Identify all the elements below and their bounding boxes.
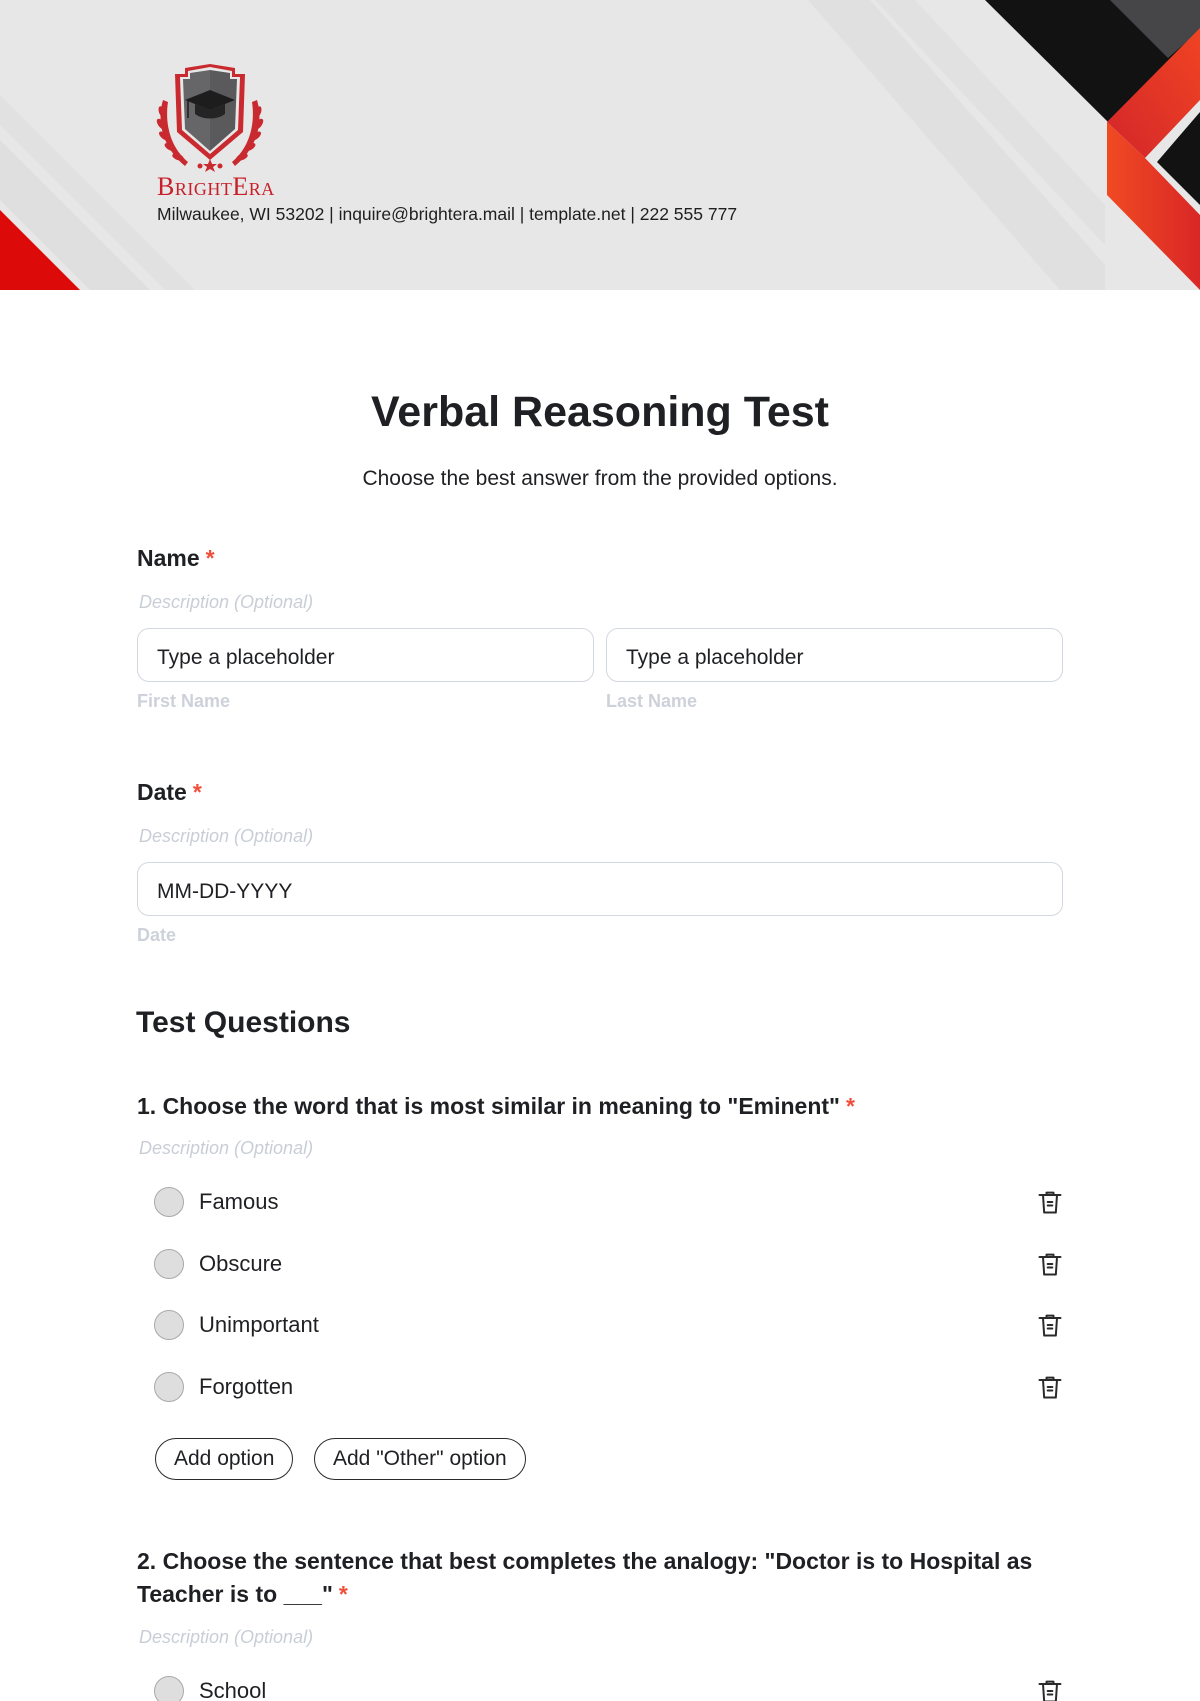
question-1-option[interactable]: Forgotten [154, 1369, 1064, 1405]
name-description[interactable]: Description (Optional) [139, 592, 313, 613]
question-2-option[interactable]: School [154, 1673, 1064, 1701]
radio-button[interactable] [154, 1676, 184, 1701]
trash-icon[interactable] [1036, 1677, 1064, 1701]
last-name-sublabel: Last Name [606, 691, 698, 711]
add-other-option-button[interactable]: Add "Other" option [314, 1438, 526, 1480]
add-option-button[interactable]: Add option [155, 1438, 294, 1480]
brand-name: BrightEra [157, 172, 275, 201]
question-1-option[interactable]: Famous [154, 1184, 1064, 1220]
question-2-text: 2. Choose the sentence that best complet… [137, 1548, 1033, 1607]
test-questions-heading: Test Questions [136, 1006, 351, 1039]
date-description[interactable]: Description (Optional) [139, 826, 313, 847]
required-asterisk: * [205, 545, 215, 571]
question-2-description[interactable]: Description (Optional) [139, 1627, 313, 1648]
date-label-text: Date [137, 779, 187, 805]
required-asterisk: * [192, 779, 202, 805]
option-label: School [199, 1678, 267, 1701]
last-name-input[interactable]: Type a placeholder [606, 628, 1063, 682]
option-label: Forgotten [199, 1374, 294, 1399]
first-name-input[interactable]: Type a placeholder [137, 628, 594, 682]
question-2-title: 2. Choose the sentence that best complet… [137, 1545, 1077, 1611]
name-label-text: Name [137, 545, 200, 571]
question-1-text: 1. Choose the word that is most similar … [137, 1093, 840, 1119]
required-asterisk: * [845, 1093, 855, 1119]
trash-icon[interactable] [1036, 1188, 1064, 1216]
date-input[interactable]: MM-DD-YYYY [137, 862, 1063, 916]
date-sublabel: Date [137, 925, 177, 945]
option-label: Unimportant [199, 1312, 319, 1337]
option-label: Obscure [199, 1251, 283, 1276]
trash-icon[interactable] [1036, 1373, 1064, 1401]
radio-button[interactable] [154, 1372, 184, 1402]
date-field-label: Date * [137, 779, 202, 806]
question-1-option[interactable]: Unimportant [154, 1307, 1064, 1343]
question-1-option[interactable]: Obscure [154, 1246, 1064, 1282]
question-1-description[interactable]: Description (Optional) [139, 1138, 313, 1159]
trash-icon[interactable] [1036, 1311, 1064, 1339]
letterhead-header: BrightEra Milwaukee, WI 53202 | inquire@… [0, 0, 1200, 290]
form-title: Verbal Reasoning Test [370, 388, 829, 436]
name-field-label: Name * [137, 545, 215, 572]
graduation-shield-crest-icon [156, 64, 264, 172]
radio-button[interactable] [154, 1187, 184, 1217]
radio-button[interactable] [154, 1310, 184, 1340]
form-subtitle: Choose the best answer from the provided… [362, 467, 838, 490]
first-name-sublabel: First Name [137, 691, 231, 711]
question-1-title: 1. Choose the word that is most similar … [137, 1090, 1077, 1123]
option-label: Famous [199, 1189, 279, 1214]
contact-line: Milwaukee, WI 53202 | inquire@brightera.… [157, 204, 738, 224]
trash-icon[interactable] [1036, 1250, 1064, 1278]
required-asterisk: * [338, 1581, 348, 1607]
radio-button[interactable] [154, 1249, 184, 1279]
